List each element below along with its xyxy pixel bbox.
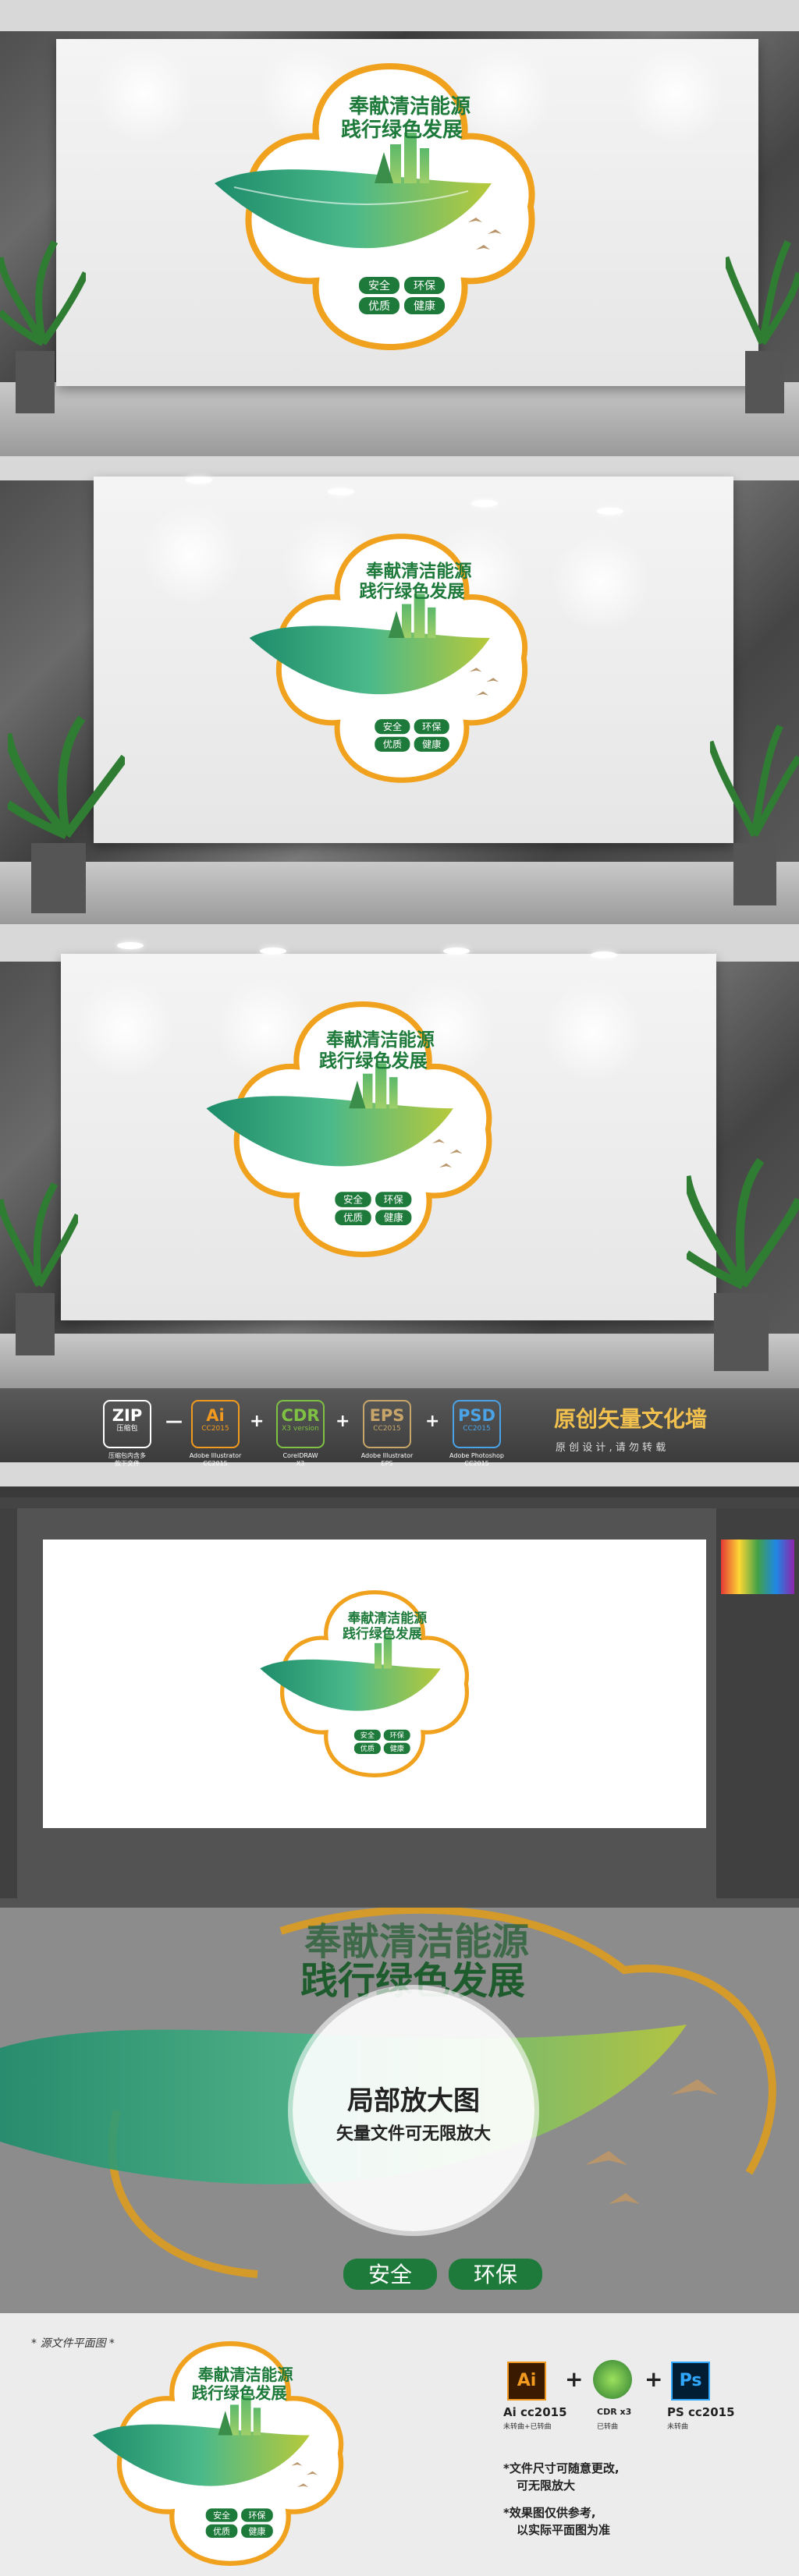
sign-title-line2: 践行绿色发展 (319, 1051, 428, 1072)
ps-version-label: PS cc2015 (667, 2405, 735, 2419)
sign-title-line2: 践行绿色发展 (359, 581, 465, 602)
ai-format-label: Adobe Illustrator CC2015 (189, 1452, 242, 1467)
tag-health: 健康 (248, 2525, 265, 2536)
cdr-format-badge: CDR X3 version (276, 1400, 325, 1448)
tag-health: 健康 (390, 1744, 404, 1753)
note-resize-2: 可无限放大 (517, 2479, 576, 2493)
sign-title-line1: 奉献清洁能源 (304, 1920, 529, 1964)
showroom-scene-3: 奉献清洁能源 践行绿色发展 安全 环保 优质 健康 (0, 927, 799, 1388)
minus-sign: — (165, 1412, 183, 1431)
tag-eco: 环保 (384, 1193, 403, 1205)
potted-plant-icon (0, 239, 86, 413)
zoom-subtitle: 矢量文件可无限放大 (336, 2124, 491, 2144)
headline-text: 原创矢量文化墙 (554, 1406, 708, 1432)
ai-version-note: 未转曲+已转曲 (503, 2423, 552, 2431)
tag-quality: 优质 (383, 739, 402, 750)
sign-title-line2: 践行绿色发展 (192, 2384, 288, 2403)
tag-eco: 环保 (248, 2510, 265, 2521)
ps-app-icon: Ps (671, 2362, 710, 2401)
tag-safety: 安全 (383, 721, 402, 732)
sign-title-line1: 奉献清洁能源 (325, 1029, 435, 1051)
tag-health: 健康 (422, 739, 441, 750)
layers-panel[interactable] (716, 1508, 799, 1898)
plus-sign: + (645, 2366, 663, 2392)
potted-plant-icon (726, 239, 799, 413)
tag-quality: 优质 (213, 2526, 230, 2536)
zoom-title: 局部放大图 (347, 2085, 480, 2117)
sign-title-line2: 践行绿色发展 (341, 118, 463, 142)
potted-plant-icon (687, 1157, 799, 1371)
plus-sign: + (565, 2366, 584, 2392)
psd-format-label: Adobe Photoshop CC2015 (449, 1452, 504, 1467)
zip-format-label: 压缩包内含多 款下文件 (108, 1452, 146, 1467)
illustrator-workspace: 奉献清洁能源 践行绿色发展 安全 环保 优质 健康 (0, 1486, 799, 1908)
tag-safety: 安全 (343, 1193, 363, 1205)
ps-version-note: 未转曲 (667, 2423, 689, 2431)
ai-version-label: Ai cc2015 (503, 2405, 567, 2419)
cdr-format-label: CorelDRAW X3 (282, 1452, 318, 1467)
tag-quality: 优质 (360, 1744, 375, 1753)
cdr-version-label: CDR x3 (597, 2407, 632, 2417)
zoom-detail-section: 奉献清洁能源 践行绿色发展 安全 环保 局部放大图 矢量文件可无限放大 (0, 1908, 799, 2313)
tag-quality: 优质 (343, 1212, 363, 1224)
menu-bar[interactable] (0, 1486, 799, 1497)
flat-sign-logo: 奉献清洁能源 践行绿色发展 安全 环保 优质 健康 (92, 2340, 344, 2567)
plus-sign: + (250, 1412, 265, 1431)
tag-safety: 安全 (368, 279, 390, 292)
showroom-scene-2: 奉献清洁能源 践行绿色发展 安全 环保 优质 健康 (0, 461, 799, 924)
artboard-sign-logo: 奉献清洁能源 践行绿色发展 安全 环保 优质 健康 (260, 1589, 469, 1778)
psd-format-badge: PSD CC2015 (453, 1400, 501, 1448)
tag-quality: 优质 (368, 300, 390, 313)
eps-format-badge: EPS CC2015 (363, 1400, 411, 1448)
tag-health: 健康 (414, 299, 435, 313)
tools-panel[interactable] (0, 1508, 17, 1898)
note-preview: *效果图仅供参考, (503, 2506, 596, 2520)
ai-format-badge: Ai CC2015 (191, 1400, 240, 1448)
tag-safety: 安全 (368, 2262, 412, 2287)
tag-eco: 环保 (390, 1731, 404, 1740)
sign-title-line1: 奉献清洁能源 (348, 94, 471, 119)
sign-title-line2: 践行绿色发展 (343, 1625, 422, 1641)
sign-title-line1: 奉献清洁能源 (365, 561, 472, 582)
potted-plant-icon (710, 724, 799, 905)
wall-sign-logo: 奉献清洁能源 践行绿色发展 安全 环保 优质 健康 (206, 1001, 492, 1258)
potted-plant-icon (8, 715, 125, 913)
note-preview-2: 以实际平面图为准 (517, 2523, 611, 2537)
control-bar[interactable] (0, 1497, 799, 1508)
tag-eco: 环保 (474, 2262, 517, 2287)
sign-title-line1: 奉献清洁能源 (346, 1610, 427, 1626)
showroom-scene-1: 奉献清洁能源 践行绿色发展 安全 环保 优质 健康 (0, 0, 799, 456)
tag-safety: 安全 (213, 2510, 230, 2521)
zip-format-badge: ZIP 压缩包 (103, 1400, 151, 1448)
plus-sign: + (425, 1412, 440, 1431)
eps-format-label: Adobe Illustrator EPS (360, 1452, 414, 1467)
wall-sign-logo: 奉献清洁能源 践行绿色发展 安全 环保 优质 健康 (249, 533, 528, 783)
wall-sign-logo: 奉献清洁能源 践行绿色发展 安全 环保 优质 健康 (215, 62, 535, 351)
sign-title-line1: 奉献清洁能源 (197, 2365, 294, 2384)
tag-eco: 环保 (414, 280, 435, 292)
note-resize: *文件尺寸可随意更改, (503, 2461, 620, 2475)
potted-plant-icon (0, 1182, 78, 1355)
cdr-app-icon (593, 2360, 632, 2399)
tag-health: 健康 (384, 1212, 403, 1224)
cdr-version-note: 已转曲 (597, 2423, 619, 2431)
tag-safety: 安全 (360, 1731, 375, 1740)
tag-eco: 环保 (422, 721, 441, 732)
source-file-section: * 源文件平面图 * 奉献清洁能源 践行绿色发展 安全 环保 优质 健康 Ai … (0, 2313, 799, 2576)
plus-sign: + (336, 1412, 350, 1431)
subline-text: 原 创 设 计 , 请 勿 转 载 (556, 1442, 666, 1454)
ai-app-icon: Ai (507, 2362, 546, 2401)
